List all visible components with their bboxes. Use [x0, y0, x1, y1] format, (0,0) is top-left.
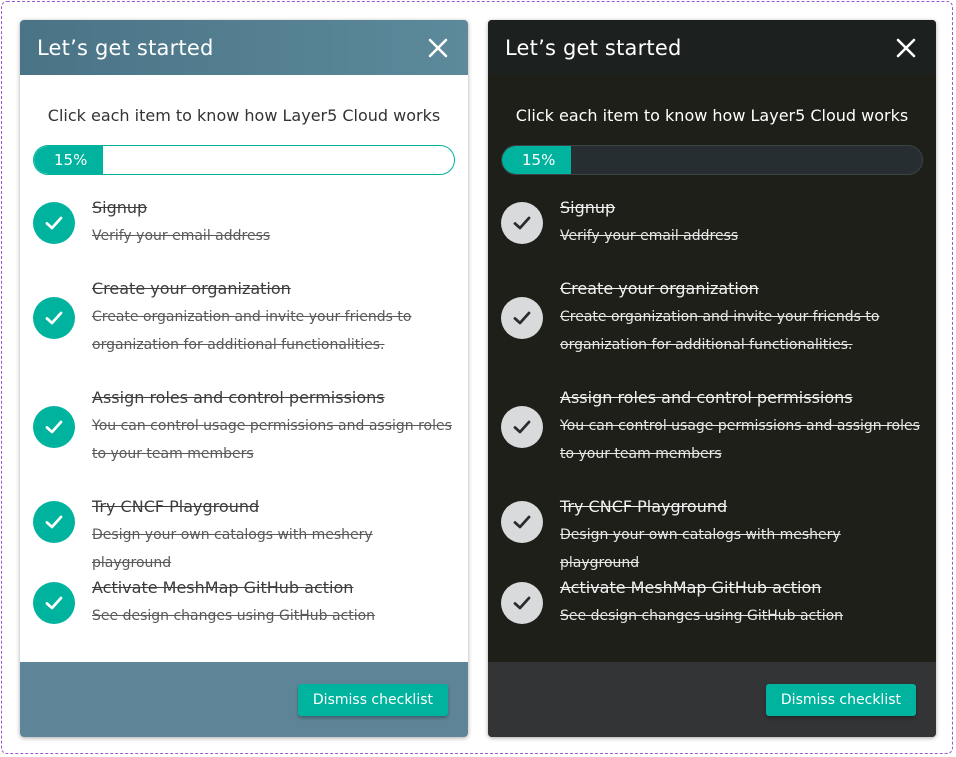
check-circle-icon [33, 202, 75, 244]
check-circle-icon [501, 406, 543, 448]
item-description: See design changes using GitHub action [92, 608, 376, 624]
checklist-subtitle: Click each item to know how Layer5 Cloud… [47, 106, 441, 125]
progress-bar: 15% [501, 145, 923, 175]
panel-title: Let’s get started [505, 35, 682, 60]
item-title: Create your organization [560, 279, 759, 298]
item-description: Create organization and invite your frie… [560, 309, 880, 353]
check-circle-icon [33, 582, 75, 624]
item-text: Assign roles and control permissions You… [92, 388, 454, 468]
item-title: Try CNCF Playground [92, 497, 260, 516]
item-title: Create your organization [92, 279, 291, 298]
item-description: You can control usage permissions and as… [92, 418, 452, 462]
item-text: Activate MeshMap GitHub action See desig… [560, 578, 922, 630]
progress-bar: 15% [33, 145, 455, 175]
panel-header: Let’s get started [488, 20, 936, 75]
item-title: Assign roles and control permissions [92, 388, 385, 407]
panel-title: Let’s get started [37, 35, 214, 60]
item-description: Design your own catalogs with meshery pl… [92, 527, 373, 571]
item-title: Assign roles and control permissions [560, 388, 853, 407]
dismiss-checklist-button[interactable]: Dismiss checklist [297, 683, 448, 716]
item-text: Assign roles and control permissions You… [560, 388, 922, 468]
check-circle-icon [501, 297, 543, 339]
item-text: Try CNCF Playground Design your own cata… [92, 497, 454, 577]
item-text: Signup Verify your email address [560, 198, 922, 250]
panel-footer: Dismiss checklist [20, 662, 468, 737]
progress-label: 15% [54, 151, 88, 169]
check-circle-icon [501, 582, 543, 624]
close-icon[interactable] [426, 36, 450, 60]
item-title: Try CNCF Playground [560, 497, 728, 516]
dismiss-checklist-button[interactable]: Dismiss checklist [765, 683, 916, 716]
progress-label: 15% [522, 151, 556, 169]
item-text: Create your organization Create organiza… [560, 279, 922, 359]
checklist-subtitle: Click each item to know how Layer5 Cloud… [515, 106, 909, 125]
close-icon[interactable] [894, 36, 918, 60]
item-text: Try CNCF Playground Design your own cata… [560, 497, 922, 577]
check-circle-icon [33, 297, 75, 339]
check-circle-icon [33, 406, 75, 448]
item-title: Signup [560, 198, 616, 217]
item-title: Signup [92, 198, 148, 217]
item-title: Activate MeshMap GitHub action [560, 578, 822, 597]
item-description: You can control usage permissions and as… [560, 418, 920, 462]
check-circle-icon [501, 501, 543, 543]
check-circle-icon [501, 202, 543, 244]
item-description: Design your own catalogs with meshery pl… [560, 527, 841, 571]
item-description: Create organization and invite your frie… [92, 309, 412, 353]
panel-header: Let’s get started [20, 20, 468, 75]
item-description: Verify your email address [560, 228, 739, 244]
checklist-panel-dark: Let’s get started Click each item to kno… [488, 20, 936, 737]
panel-footer: Dismiss checklist [488, 662, 936, 737]
item-description: See design changes using GitHub action [560, 608, 844, 624]
item-text: Create your organization Create organiza… [92, 279, 454, 359]
item-text: Activate MeshMap GitHub action See desig… [92, 578, 454, 630]
item-description: Verify your email address [92, 228, 271, 244]
item-title: Activate MeshMap GitHub action [92, 578, 354, 597]
item-text: Signup Verify your email address [92, 198, 454, 250]
check-circle-icon [33, 501, 75, 543]
checklist-panel-light: Let’s get started Click each item to kno… [20, 20, 468, 737]
